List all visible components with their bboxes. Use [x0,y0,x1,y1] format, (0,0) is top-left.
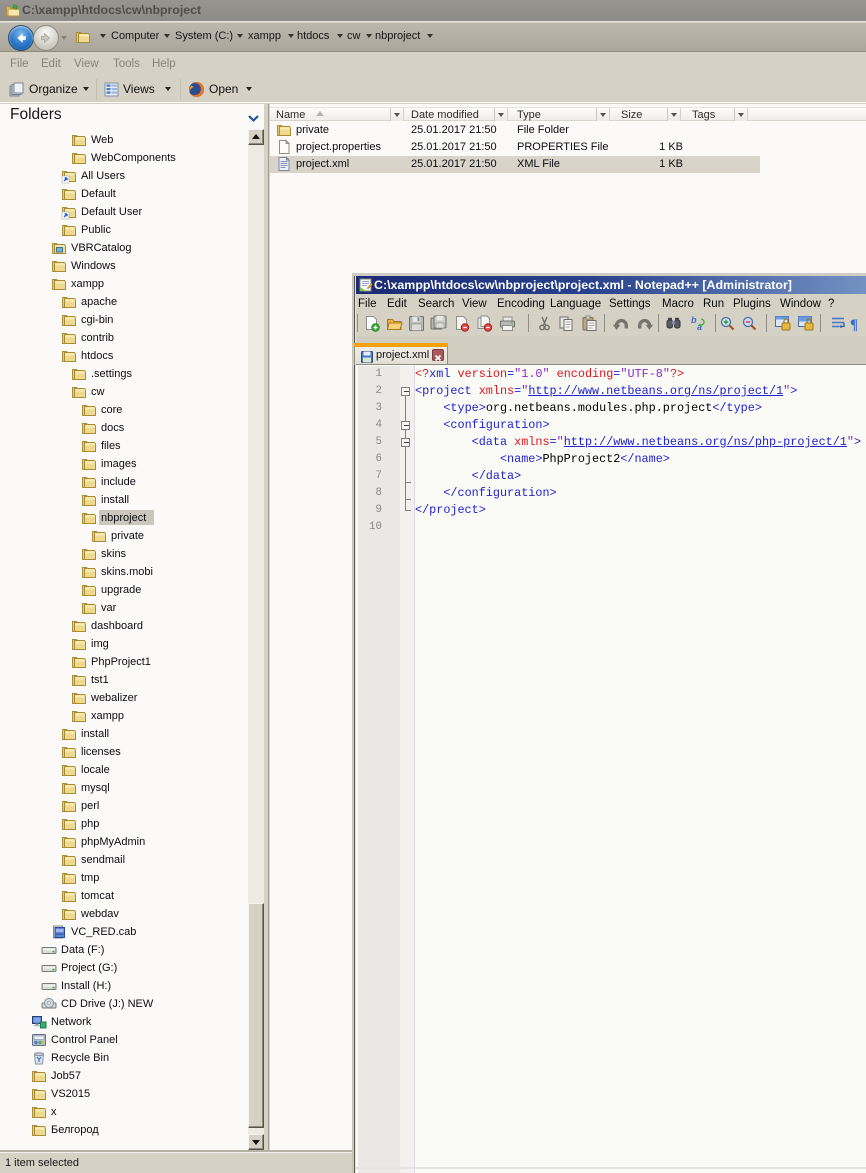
svg-text:a: a [697,322,702,332]
svg-text:¶: ¶ [850,317,858,332]
